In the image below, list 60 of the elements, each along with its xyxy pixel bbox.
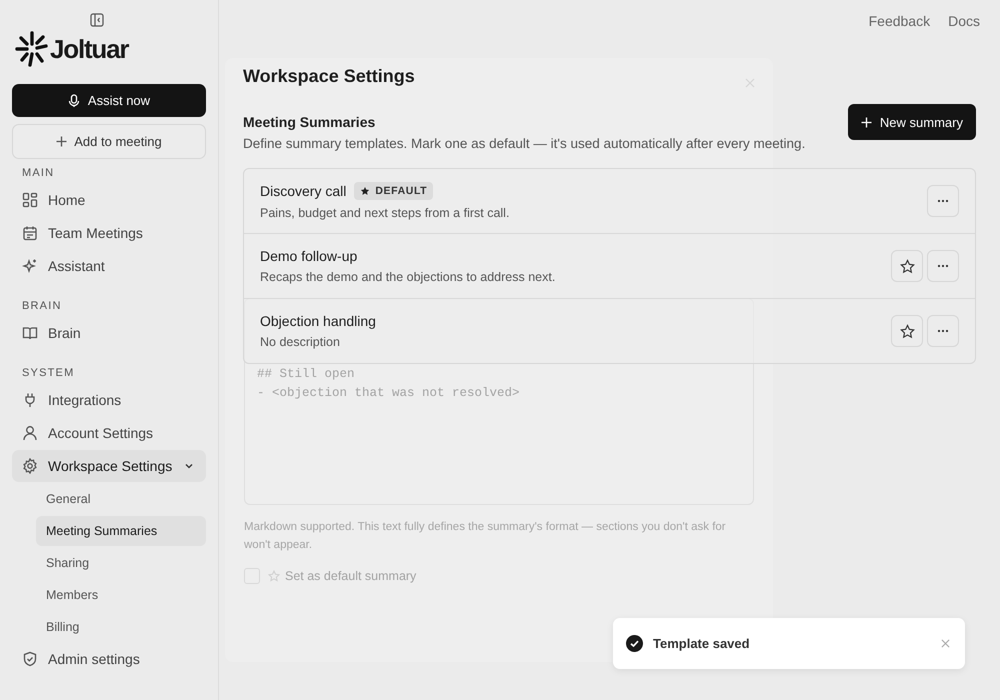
star-icon	[900, 324, 914, 338]
nav-item[interactable]: Assistant	[12, 250, 206, 282]
gear-icon	[22, 458, 38, 474]
logo-icon	[15, 31, 49, 67]
set-default-button[interactable]	[891, 315, 923, 347]
sparkle-icon	[22, 258, 38, 274]
star-icon	[268, 570, 280, 582]
plus-icon	[860, 116, 872, 128]
microphone-icon	[68, 94, 80, 108]
field-hint: Markdown supported. This text fully defines the summary's format — sections you don't ask for won't appear.	[244, 520, 727, 553]
book-icon	[22, 325, 38, 341]
page-title: Workspace Settings	[243, 66, 415, 87]
section-description: Define summary templates. Mark one as default — it's used automatically after every meeting.	[243, 136, 806, 151]
star-icon	[360, 186, 370, 196]
nav-item[interactable]: Account Settings	[12, 417, 206, 449]
sub-nav-item[interactable]: Members	[36, 580, 206, 610]
more-icon	[937, 264, 949, 268]
template-description: Recaps the demo and the objections to address next.	[260, 270, 556, 284]
default-badge: DEFAULT	[354, 182, 434, 200]
nav-item[interactable]: Team Meetings	[12, 217, 206, 249]
template-description: No description	[260, 335, 341, 349]
header-link[interactable]: Feedback	[868, 13, 930, 40]
template-name: Objection handling	[260, 313, 376, 329]
more-icon	[937, 199, 949, 203]
more-icon	[937, 329, 949, 333]
close-icon[interactable]	[745, 78, 755, 88]
star-icon	[900, 258, 914, 274]
sub-nav-item[interactable]: Meeting Summaries	[36, 516, 206, 546]
more-button[interactable]	[927, 185, 959, 217]
close-icon[interactable]	[941, 639, 950, 648]
nav-item[interactable]: Workspace Settings	[12, 450, 206, 482]
set-default-button[interactable]	[891, 250, 923, 282]
new-summary-button[interactable]: New summary	[848, 104, 976, 140]
calendar-icon	[22, 225, 38, 241]
section-title: Meeting Summaries	[243, 114, 376, 130]
header-link[interactable]: Docs	[948, 13, 980, 40]
add-to-meeting-button[interactable]: Add to meeting	[12, 124, 206, 159]
sub-nav-item[interactable]: Billing	[36, 612, 206, 642]
section-heading: BRAIN	[21, 300, 63, 314]
template-name: Demo follow-up	[260, 248, 358, 264]
sidebar-toggle-icon[interactable]	[90, 13, 104, 27]
sub-nav-item[interactable]: General	[36, 484, 206, 514]
nav-item[interactable]: Admin settings	[12, 643, 206, 675]
grid-icon	[22, 192, 38, 208]
toast-message: Template saved	[653, 636, 751, 651]
nav-item[interactable]: Integrations	[12, 384, 206, 416]
template-description: Pains, budget and next steps from a first call.	[260, 206, 510, 220]
shield-icon	[22, 651, 38, 667]
sub-nav-item[interactable]: Sharing	[36, 548, 206, 578]
nav-item[interactable]: Brain	[12, 317, 206, 349]
checkbox-label: Set as default summary	[285, 569, 416, 583]
brand-name: Joltuar	[50, 34, 128, 64]
section-heading: MAIN	[21, 167, 56, 181]
user-icon	[22, 425, 38, 441]
nav-item[interactable]: Home	[12, 184, 206, 216]
template-name: Discovery call	[260, 183, 346, 199]
assist-now-button[interactable]: Assist now	[12, 84, 206, 117]
check-circle-icon	[626, 635, 643, 652]
section-heading: SYSTEM	[21, 367, 76, 381]
plus-icon	[56, 136, 68, 147]
